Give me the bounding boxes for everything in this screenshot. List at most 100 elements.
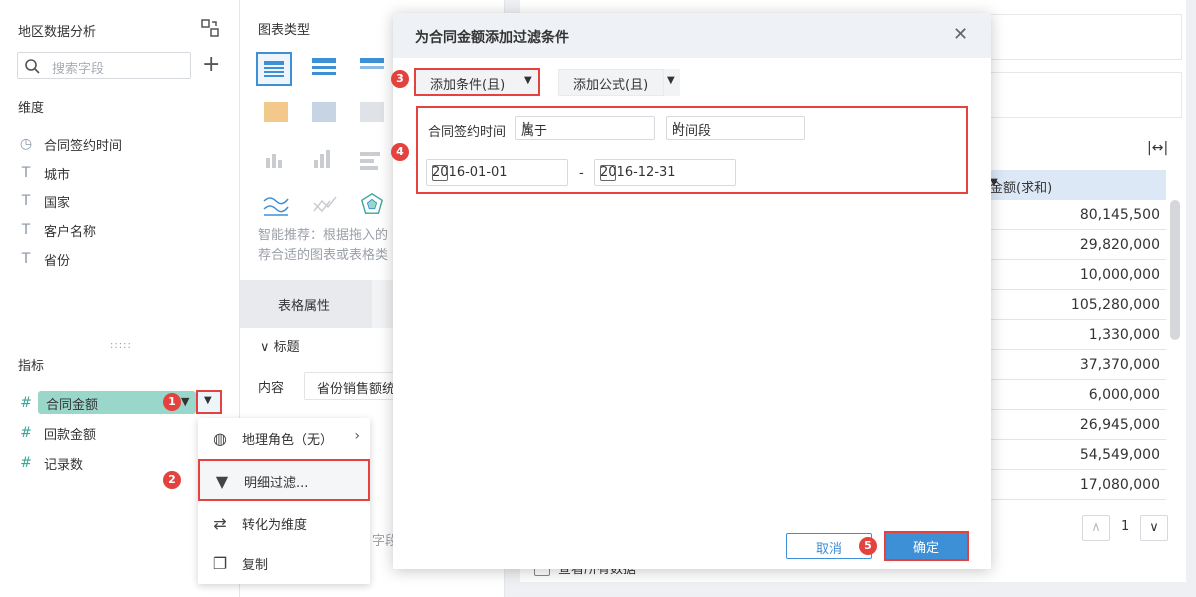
next-page-button[interactable]: ∨ [1140, 515, 1168, 541]
scrollbar[interactable] [1170, 200, 1180, 340]
table-row: 37,370,000 [990, 350, 1166, 380]
number-type-icon: # [20, 395, 32, 411]
operator-select[interactable]: 属于 ∨ [515, 116, 655, 140]
dimension-item[interactable]: T 城市 [18, 163, 70, 183]
prev-page-button[interactable]: ∧ [1082, 515, 1110, 541]
swap-icon: ⇄ [213, 513, 227, 533]
drop-zone[interactable] [990, 72, 1182, 118]
metric-item[interactable]: # 记录数 [18, 453, 83, 473]
filter-dialog [393, 13, 991, 569]
menu-item-detail-filter[interactable]: ▼ 明细过滤... [198, 459, 370, 501]
menu-item-label: 转化为维度 [242, 517, 308, 533]
step-badge: 5 [859, 537, 877, 555]
table-row: 10,000,000 [990, 260, 1166, 290]
search-input[interactable]: 搜索字段 [17, 52, 191, 79]
chart-type-grouptable-icon[interactable] [360, 58, 388, 82]
menu-lower: ⇄ 转化为维度 ❐ 复制 [198, 503, 370, 583]
range-type-select[interactable]: 时间段 ∨ [666, 116, 805, 140]
add-formula-dropdown[interactable]: ▼ [664, 69, 680, 96]
date-separator: - [579, 166, 584, 181]
dimension-item[interactable]: T 客户名称 [18, 220, 96, 240]
menu-item-geo-role[interactable]: ◍ 地理角色（无） › [198, 418, 370, 458]
tab-table-properties[interactable]: 表格属性 [240, 280, 372, 328]
step-badge: 3 [391, 70, 409, 88]
tab-label: 表格属性 [278, 299, 331, 314]
table-row: 26,945,000 [990, 410, 1166, 440]
chart-type-crosstab-icon[interactable] [312, 58, 340, 82]
condition-field-label: 合同签约时间 [428, 125, 507, 140]
dimension-item[interactable]: ◷ 合同签约时间 [18, 134, 122, 154]
menu-item-convert-dimension[interactable]: ⇄ 转化为维度 [198, 503, 370, 543]
chart-type-bar-icon[interactable] [266, 150, 294, 174]
table-row: 6,000,000 [990, 380, 1166, 410]
chart-type-title: 图表类型 [258, 23, 311, 38]
add-condition-button[interactable]: 添加条件(且) ▼ [414, 68, 540, 96]
chevron-down-icon: ∨ [521, 118, 532, 134]
dimension-label: 城市 [44, 167, 71, 183]
table-row: 17,080,000 [990, 470, 1166, 500]
chart-type-kpi-icon[interactable] [264, 102, 292, 126]
ok-label: 确定 [913, 541, 940, 556]
chart-type-table-selected[interactable] [256, 52, 292, 86]
calendar-icon[interactable] [600, 165, 616, 181]
page-number: 1 [1121, 519, 1130, 534]
resize-handle[interactable]: ::::: [110, 340, 132, 351]
text-type-icon: T [21, 222, 31, 238]
dimension-label: 省份 [44, 253, 71, 269]
metrics-label: 指标 [18, 359, 45, 374]
calendar-icon[interactable] [432, 165, 448, 181]
globe-icon: ◍ [213, 428, 227, 448]
sort-dropdown-icon[interactable]: ▼ [990, 177, 1156, 188]
dimensions-label: 维度 [18, 101, 45, 116]
chart-type-area-icon[interactable] [312, 193, 340, 217]
chevron-down-icon: ∨ [672, 118, 683, 134]
metric-dropdown-button[interactable]: ▼ [196, 390, 222, 414]
menu-item-copy[interactable]: ❐ 复制 [198, 543, 370, 583]
fit-width-icon[interactable]: |↔| [1147, 140, 1168, 156]
chart-type-map-icon[interactable] [360, 102, 388, 126]
dimension-label: 客户名称 [44, 224, 97, 240]
chart-type-radar-icon[interactable] [358, 192, 386, 216]
dimension-item[interactable]: T 国家 [18, 191, 70, 211]
section-title-label: 标题 [273, 340, 300, 355]
text-type-icon: T [21, 165, 31, 181]
add-field-button[interactable]: + [202, 54, 220, 76]
table-header[interactable]: 金额(求和) ▼ [990, 170, 1166, 200]
section-title-toggle[interactable]: ∨ 标题 [260, 336, 300, 355]
start-date-input[interactable]: 2016-01-01 [426, 159, 568, 186]
add-condition-label: 添加条件(且) [430, 78, 506, 93]
table-row: 29,820,000 [990, 230, 1166, 260]
table-row: 1,330,000 [990, 320, 1166, 350]
copy-icon: ❐ [212, 553, 228, 573]
end-date-input[interactable]: 2016-12-31 [594, 159, 736, 186]
dimension-item[interactable]: T 省份 [18, 249, 70, 269]
number-type-icon: # [20, 455, 32, 471]
cancel-label: 取消 [816, 542, 843, 557]
step-badge: 1 [163, 393, 181, 411]
number-type-icon: # [20, 425, 32, 441]
drop-zone[interactable] [990, 14, 1182, 60]
search-icon [25, 59, 40, 74]
close-icon[interactable]: ✕ [953, 24, 968, 45]
add-formula-button[interactable]: 添加公式(且) [558, 69, 664, 96]
menu-item-detail-filter-inner[interactable]: ▼ 明细过滤... [200, 461, 368, 501]
metric-item[interactable]: # 回款金额 [18, 423, 96, 443]
add-formula-label: 添加公式(且) [573, 78, 649, 93]
chart-type-line-icon[interactable] [262, 193, 290, 217]
chart-type-stacked-icon[interactable] [360, 150, 388, 174]
chart-type-column-icon[interactable] [314, 150, 342, 174]
dataset-title: 地区数据分析 [18, 25, 97, 40]
switch-dataset-icon[interactable] [200, 18, 220, 38]
content-label: 内容 [258, 381, 285, 396]
chart-type-indicator-icon[interactable] [312, 102, 340, 126]
chevron-right-icon: › [354, 428, 360, 444]
text-type-icon: T [21, 251, 31, 267]
menu-item-label: 复制 [242, 557, 269, 573]
metric-label: 回款金额 [44, 427, 97, 443]
table-row: 105,280,000 [990, 290, 1166, 320]
ok-button[interactable]: 确定 [886, 533, 967, 559]
metric-label: 合同金额 [46, 398, 99, 413]
search-placeholder: 搜索字段 [52, 62, 105, 77]
step-badge: 2 [163, 471, 181, 489]
chevron-down-icon: ∨ [260, 340, 274, 355]
